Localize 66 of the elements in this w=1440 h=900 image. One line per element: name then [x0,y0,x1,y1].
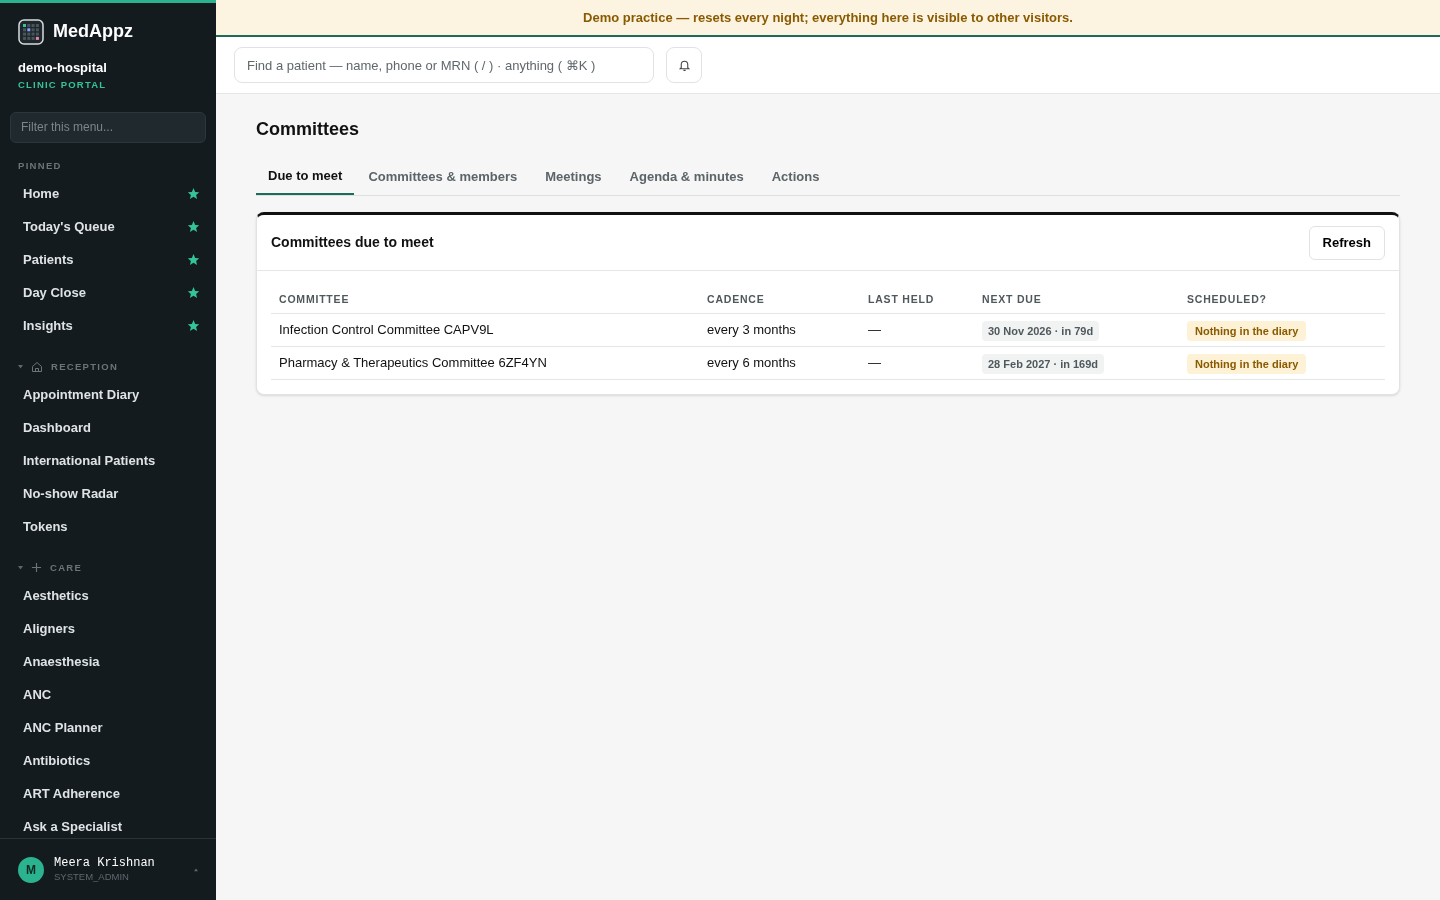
bell-icon [677,58,691,72]
status-badge: Nothing in the diary [1187,353,1307,374]
table-cell: every 3 months [699,313,860,346]
sidebar-item[interactable]: International Patients [23,450,156,470]
star-icon[interactable] [187,285,200,299]
sidebar-item[interactable]: Antibiotics [23,750,91,770]
sidebar-item[interactable]: Insights [23,315,73,335]
tab[interactable]: Due to meet [256,159,355,195]
sidebar-item[interactable]: Patients [23,249,74,269]
tab[interactable]: Agenda & minutes [615,159,758,195]
portal-label: CLINIC PORTAL [17,77,108,92]
section-heading: RECEPTION [51,359,119,374]
star-icon[interactable] [187,219,200,233]
status-badge: Nothing in the diary [1187,320,1307,341]
column-header: LAST HELD [860,287,974,313]
caret-icon[interactable] [18,565,23,571]
table-cell: Infection Control Committee CAPV9L [271,313,699,346]
caret-icon[interactable] [18,364,23,370]
sidebar-item[interactable]: ANC [23,684,52,704]
sidebar-item[interactable]: Tokens [23,516,68,536]
sidebar-item[interactable]: Day Close [23,282,86,302]
sidebar-item[interactable]: Dashboard [23,417,91,437]
column-header: CADENCE [699,287,860,313]
column-header: NEXT DUE [974,287,1179,313]
org-name: demo-hospital [17,59,108,77]
column-header: SCHEDULED? [1179,287,1385,313]
house-icon [31,360,43,373]
tab[interactable]: Actions [757,159,834,195]
sidebar-item[interactable]: ANC Planner [23,717,103,737]
sidebar-item[interactable]: No-show Radar [23,483,119,503]
sidebar-item[interactable]: Today's Queue [23,216,115,236]
sidebar-item[interactable]: Anaesthesia [23,651,100,671]
section-heading: CARE [50,560,83,575]
table-cell: every 6 months [699,346,860,379]
tab[interactable]: Committees & members [354,159,532,195]
due-date-badge: 30 Nov 2026 · in 79d [982,320,1100,341]
sidebar-item[interactable]: Appointment Diary [23,384,140,404]
sidebar-item[interactable]: Aesthetics [23,585,89,605]
brand-name: MedAppz [53,20,133,43]
search-field[interactable]: Find a patient — name, phone or MRN ( / ) · anything ( ⌘K ) [234,47,654,83]
user-avatar: M [18,856,44,883]
filter-field[interactable]: Filter this menu... [10,111,206,143]
page-title: Committees [256,118,361,141]
table-cell: — [860,313,974,346]
table-cell: Pharmacy & Therapeutics Committee 6ZF4YN [271,346,699,379]
due-date-badge: 28 Feb 2027 · in 169d [982,353,1105,374]
user-role: SYSTEM_ADMIN [54,871,130,883]
sidebar-item[interactable]: Home [23,183,60,203]
notifications-button[interactable] [666,47,702,83]
plus-icon [31,562,42,574]
user-panel[interactable]: M Meera Krishnan SYSTEM_ADMIN [0,838,216,900]
column-header: COMMITTEE [271,287,699,313]
star-icon[interactable] [187,318,200,332]
tab[interactable]: Meetings [531,159,616,195]
section-heading: PINNED [18,158,62,173]
logo-icon [18,18,44,45]
refresh-button[interactable]: Refresh [1308,225,1385,260]
star-icon[interactable] [187,186,200,200]
star-icon[interactable] [187,252,200,266]
demo-banner: Demo practice — resets every night; everything here is visible to other visitors. [216,0,1440,37]
user-name: Meera Krishnan [54,856,156,872]
sidebar-item[interactable]: ART Adherence [23,783,121,803]
sidebar-item[interactable]: Ask a Specialist [23,816,122,836]
sidebar-item[interactable]: Aligners [23,618,75,638]
card-title: Committees due to meet [271,233,434,252]
table-cell: — [860,346,974,379]
